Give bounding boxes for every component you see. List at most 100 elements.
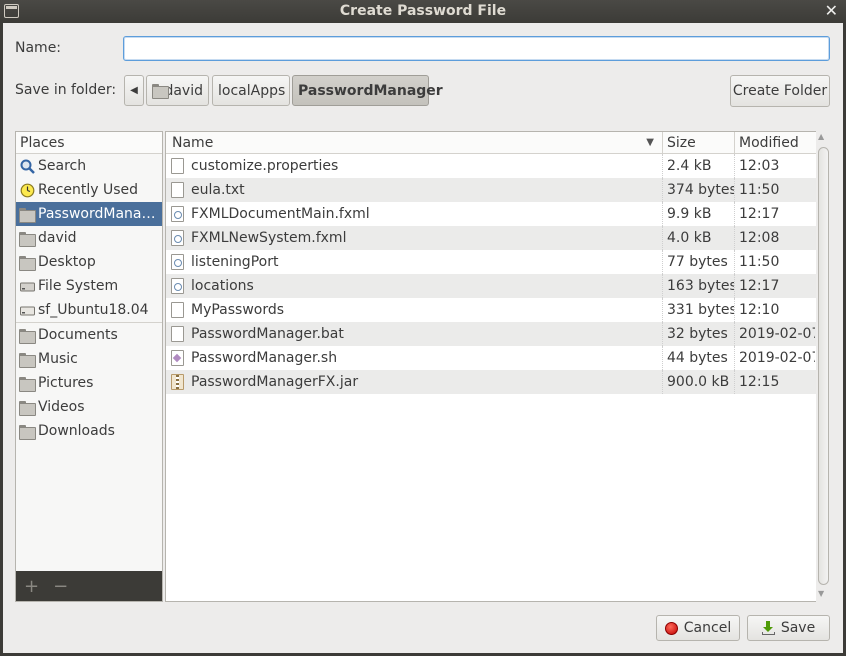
place-music[interactable]: Music xyxy=(16,347,162,371)
place-recently-used[interactable]: Recently Used xyxy=(16,178,162,202)
scrollbar-thumb[interactable] xyxy=(818,147,829,585)
file-row[interactable]: PasswordManager.bat 32 bytes 2019-02-07 xyxy=(166,322,829,346)
path-crumb-label: localApps xyxy=(218,82,286,99)
place-downloads[interactable]: Downloads xyxy=(16,419,162,443)
path-back-button[interactable]: ◀ xyxy=(124,75,144,106)
close-window-button[interactable]: ✕ xyxy=(825,2,838,20)
place-search[interactable]: Search xyxy=(16,154,162,178)
file-name: PasswordManager.sh xyxy=(191,350,338,366)
place-label: sf_Ubuntu18.04 xyxy=(38,302,149,318)
file-name: FXMLDocumentMain.fxml xyxy=(191,206,370,222)
videos-folder-icon xyxy=(19,399,36,416)
file-row[interactable]: eula.txt 374 bytes 11:50 xyxy=(166,178,829,202)
save-label: Save xyxy=(780,620,816,636)
file-list: Name ▼ Size Modified customize.propertie… xyxy=(165,131,830,602)
cancel-label: Cancel xyxy=(683,620,732,636)
save-button[interactable]: Save xyxy=(747,615,830,641)
home-folder-icon xyxy=(19,230,36,247)
column-header-size[interactable]: Size xyxy=(663,132,735,153)
place-label: Desktop xyxy=(38,254,96,270)
save-dialog: Name: Save in folder: ◀ david localApps … xyxy=(3,23,843,653)
filename-input[interactable] xyxy=(123,36,830,61)
file-name: locations xyxy=(191,278,254,294)
file-name: customize.properties xyxy=(191,158,339,174)
place-desktop[interactable]: Desktop xyxy=(16,250,162,274)
scroll-down-icon[interactable]: ▼ xyxy=(818,589,824,598)
place-label: Videos xyxy=(38,399,85,415)
remove-place-button[interactable]: − xyxy=(53,576,68,597)
place-documents[interactable]: Documents xyxy=(16,323,162,347)
place-label: Search xyxy=(38,158,87,174)
jar-file-icon xyxy=(171,374,184,390)
file-row[interactable]: MyPasswords 331 bytes 12:10 xyxy=(166,298,829,322)
xml-file-icon xyxy=(171,230,184,246)
window-title: Create Password File xyxy=(339,3,507,19)
search-icon xyxy=(19,158,35,174)
file-modified: 12:03 xyxy=(739,158,780,174)
create-folder-button[interactable]: Create Folder xyxy=(730,75,830,107)
path-crumb-localapps[interactable]: localApps xyxy=(212,75,290,106)
column-header-name[interactable]: Name ▼ xyxy=(166,132,663,153)
place-pictures[interactable]: Pictures xyxy=(16,371,162,395)
place-label: Recently Used xyxy=(38,182,139,198)
file-modified: 12:08 xyxy=(739,230,780,246)
place-label: File System xyxy=(38,278,119,294)
downloads-folder-icon xyxy=(19,423,36,440)
name-label: Name: xyxy=(15,40,62,56)
file-size: 4.0 kB xyxy=(663,226,735,250)
file-row[interactable]: locations 163 bytes 12:17 xyxy=(166,274,829,298)
save-download-icon xyxy=(761,621,775,635)
file-row[interactable]: FXMLNewSystem.fxml 4.0 kB 12:08 xyxy=(166,226,829,250)
file-name: FXMLNewSystem.fxml xyxy=(191,230,347,246)
documents-folder-icon xyxy=(19,327,36,344)
file-size: 77 bytes xyxy=(663,250,735,274)
file-name: PasswordManagerFX.jar xyxy=(191,374,359,390)
place-videos[interactable]: Videos xyxy=(16,395,162,419)
file-row[interactable]: PasswordManagerFX.jar 900.0 kB 12:15 xyxy=(166,370,829,394)
file-size: 900.0 kB xyxy=(663,370,735,394)
place-file-system[interactable]: File System xyxy=(16,274,162,298)
file-size: 9.9 kB xyxy=(663,202,735,226)
file-modified: 12:17 xyxy=(739,278,780,294)
file-list-scrollbar[interactable]: ▲ ▼ xyxy=(816,131,830,602)
file-row[interactable]: FXMLDocumentMain.fxml 9.9 kB 12:17 xyxy=(166,202,829,226)
music-folder-icon xyxy=(19,351,36,368)
file-name: PasswordManager.bat xyxy=(191,326,344,342)
scroll-up-icon[interactable]: ▲ xyxy=(818,132,824,141)
path-crumb-passwordmanager[interactable]: PasswordManager xyxy=(292,75,443,106)
text-file-icon xyxy=(171,302,184,318)
file-row[interactable]: customize.properties 2.4 kB 12:03 xyxy=(166,154,829,178)
xml-file-icon xyxy=(171,254,184,270)
file-row[interactable]: PasswordManager.sh 44 bytes 2019-02-07 xyxy=(166,346,829,370)
file-row[interactable]: listeningPort 77 bytes 11:50 xyxy=(166,250,829,274)
place-label: david xyxy=(38,230,77,246)
home-folder-icon xyxy=(152,84,170,99)
place-label: PasswordMana… xyxy=(38,206,156,222)
cancel-button[interactable]: Cancel xyxy=(656,615,740,641)
file-size: 44 bytes xyxy=(663,346,735,370)
text-file-icon xyxy=(171,182,184,198)
file-modified: 2019-02-07 xyxy=(739,326,815,342)
chevron-left-icon: ◀ xyxy=(130,85,138,96)
column-header-label: Name xyxy=(172,135,214,151)
add-place-button[interactable]: + xyxy=(24,576,39,597)
file-name: listeningPort xyxy=(191,254,279,270)
places-toolbar: + − xyxy=(16,571,162,601)
place-sf-ubuntu[interactable]: sf_Ubuntu18.04 xyxy=(16,298,162,322)
place-label: Pictures xyxy=(38,375,94,391)
place-passwordmanager[interactable]: PasswordMana… xyxy=(16,202,162,226)
path-crumb-david[interactable]: david xyxy=(146,75,209,106)
folder-icon xyxy=(19,206,36,223)
file-modified: 2019-02-07 xyxy=(739,350,815,366)
place-label: Music xyxy=(38,351,78,367)
place-label: Documents xyxy=(38,327,118,343)
file-name: eula.txt xyxy=(191,182,245,198)
file-modified: 11:50 xyxy=(739,182,780,198)
file-size: 331 bytes xyxy=(663,298,735,322)
save-in-folder-label: Save in folder: xyxy=(15,82,117,98)
column-header-modified[interactable]: Modified xyxy=(735,132,815,153)
place-david[interactable]: david xyxy=(16,226,162,250)
file-modified: 12:10 xyxy=(739,302,780,318)
file-name: MyPasswords xyxy=(191,302,285,318)
sort-descending-icon: ▼ xyxy=(646,137,654,148)
